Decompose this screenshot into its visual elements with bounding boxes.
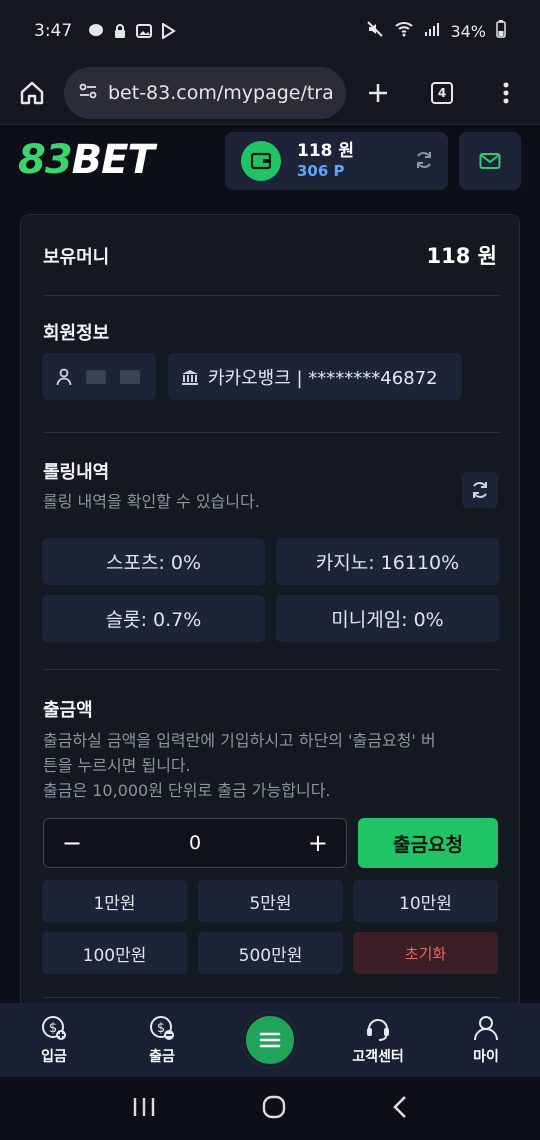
- amount-input[interactable]: 0: [189, 832, 201, 854]
- home-circle-icon: [262, 1095, 286, 1118]
- divider: [43, 432, 499, 433]
- back-button[interactable]: [392, 1095, 408, 1123]
- refresh-icon: [473, 482, 487, 498]
- nav-support[interactable]: 고객센터: [324, 1014, 432, 1066]
- nav-withdraw[interactable]: $ 출금: [108, 1014, 216, 1066]
- withdraw-title: 출금액: [43, 700, 93, 721]
- rolling-subtitle: 롤링 내역을 확인할 수 있습니다.: [43, 492, 260, 511]
- headset-icon: [367, 1019, 389, 1041]
- bank-icon: [182, 369, 198, 385]
- user-icon: [56, 368, 72, 385]
- rolling-refresh-button[interactable]: [462, 472, 498, 508]
- home-icon: [20, 81, 44, 105]
- browser-toolbar: bet-83.com/mypage/trans 4: [0, 62, 540, 124]
- mypage-card: 보유머니 118 원 회원정보 카카오뱅크 | ********46872 롤링…: [20, 214, 520, 1014]
- recent-apps-icon: [134, 1097, 155, 1116]
- site-logo[interactable]: 83BET: [18, 137, 155, 183]
- gallery-icon: [136, 23, 153, 39]
- divider: [43, 295, 499, 296]
- rolling-title: 롤링내역: [43, 462, 110, 483]
- rolling-stat-minigame: 미니게임: 0%: [276, 595, 499, 642]
- site-settings-icon[interactable]: [78, 81, 98, 105]
- member-bank-chip: 카카오뱅크 | ********46872: [168, 353, 462, 400]
- divider: [43, 997, 499, 998]
- quick-amount-button[interactable]: 10만원: [353, 880, 498, 922]
- withdraw-icon: $: [150, 1016, 174, 1040]
- deposit-icon: $: [42, 1016, 66, 1040]
- rolling-stat-casino: 카지노: 16110%: [276, 538, 499, 585]
- more-vert-icon: [503, 82, 509, 104]
- battery-icon: [496, 20, 506, 42]
- nav-deposit[interactable]: $ 입금: [0, 1014, 108, 1066]
- user-icon: [474, 1016, 498, 1041]
- main-menu-button[interactable]: [243, 1013, 297, 1067]
- browser-menu-button[interactable]: [474, 62, 538, 124]
- home-nav-button[interactable]: [261, 1094, 287, 1124]
- svg-text:$: $: [157, 1021, 165, 1036]
- bank-account-text: 카카오뱅크 | ********46872: [208, 367, 438, 389]
- withdraw-request-button[interactable]: 출금요청: [358, 818, 498, 868]
- back-chevron-icon: [392, 1095, 406, 1118]
- hamburger-icon: [259, 1032, 281, 1048]
- withdraw-desc-line2: 튼을 누르시면 됩니다.: [43, 756, 191, 775]
- masked-name-block: [86, 369, 106, 384]
- wallet-money: 118 원: [297, 141, 355, 161]
- wifi-icon: [394, 21, 414, 41]
- member-info-title: 회원정보: [43, 323, 110, 344]
- android-nav-bar: [0, 1077, 540, 1140]
- divider: [43, 669, 499, 670]
- mute-icon: [366, 20, 384, 42]
- wallet-icon: [241, 141, 281, 181]
- rolling-stat-slot: 슬롯: 0.7%: [42, 595, 265, 642]
- quick-amount-button[interactable]: 5만원: [198, 880, 343, 922]
- battery-text: 34%: [450, 21, 486, 41]
- address-bar[interactable]: bet-83.com/mypage/trans: [64, 67, 346, 119]
- balance-label: 보유머니: [43, 247, 110, 268]
- amount-stepper: − 0 +: [43, 818, 347, 868]
- recent-apps-button[interactable]: [132, 1096, 156, 1122]
- masked-name-block: [120, 369, 140, 384]
- quick-amount-button[interactable]: 1만원: [42, 880, 187, 922]
- quick-amount-button[interactable]: 500만원: [198, 932, 343, 974]
- svg-text:$: $: [49, 1021, 57, 1036]
- status-bar: 3:47 34%: [0, 0, 540, 62]
- bottom-nav: $ 입금 $ 출금 고객센터 마이: [0, 1003, 540, 1077]
- lock-icon: [112, 23, 128, 39]
- wallet-summary[interactable]: 118 원 306 P: [225, 132, 448, 190]
- increase-amount-button[interactable]: +: [308, 829, 328, 857]
- url-text: bet-83.com/mypage/trans: [108, 82, 332, 104]
- withdraw-desc-line3: 출금은 10,000원 단위로 출금 가능합니다.: [43, 781, 331, 800]
- refresh-icon[interactable]: [414, 150, 434, 174]
- wallet-points: 306 P: [297, 162, 345, 180]
- messages-button[interactable]: [459, 132, 521, 190]
- signal-icon: [424, 21, 440, 41]
- home-button[interactable]: [0, 62, 64, 124]
- nav-my[interactable]: 마이: [432, 1014, 540, 1066]
- balance-value: 118 원: [426, 244, 497, 268]
- quick-amount-button[interactable]: 100만원: [42, 932, 187, 974]
- decrease-amount-button[interactable]: −: [62, 829, 82, 857]
- status-time: 3:47: [34, 21, 73, 41]
- new-tab-button[interactable]: [346, 62, 410, 124]
- play-store-icon: [160, 22, 177, 40]
- talk-icon: [88, 23, 104, 39]
- site-header: 83BET 118 원 306 P: [0, 124, 540, 200]
- rolling-stat-sports: 스포츠: 0%: [42, 538, 265, 585]
- plus-icon: [369, 84, 387, 102]
- tab-count: 4: [431, 82, 453, 104]
- mail-icon: [479, 153, 501, 169]
- tab-switcher-button[interactable]: 4: [410, 62, 474, 124]
- withdraw-desc-line1: 출금하실 금액을 입력란에 기입하시고 하단의 '출금요청' 버: [43, 731, 436, 750]
- member-username-chip: [42, 353, 156, 400]
- reset-amount-button[interactable]: 초기화: [353, 932, 498, 974]
